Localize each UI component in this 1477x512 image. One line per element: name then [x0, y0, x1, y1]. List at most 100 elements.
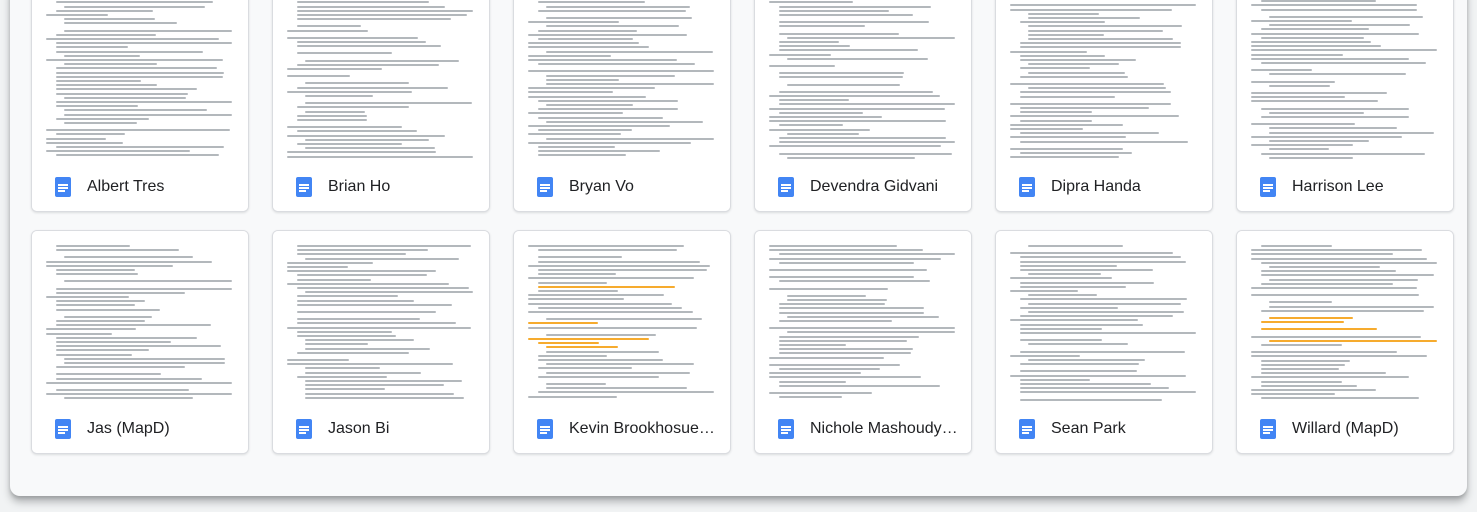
- preview-text-line: [1269, 317, 1353, 319]
- document-card-footer: Jas (MapD): [32, 405, 248, 453]
- preview-text-line: [538, 249, 677, 252]
- document-card[interactable]: Devendra Gidvani: [754, 0, 972, 212]
- preview-text-line: [787, 299, 887, 301]
- preview-text-line: [287, 155, 473, 158]
- preview-text-line: [538, 285, 675, 288]
- document-card[interactable]: Nichole Mashoudy…: [754, 230, 972, 454]
- preview-text-line: [546, 363, 694, 366]
- preview-text-line: [1251, 96, 1345, 99]
- preview-text-line: [769, 95, 940, 97]
- preview-text-line: [1028, 302, 1181, 305]
- preview-text-line: [46, 129, 230, 132]
- preview-text-line: [1269, 278, 1418, 281]
- preview-text-line: [1020, 111, 1092, 114]
- document-card[interactable]: Harrison Lee: [1236, 0, 1454, 212]
- document-preview: [514, 0, 730, 164]
- preview-text-line: [1020, 370, 1137, 373]
- preview-text-line: [287, 282, 449, 285]
- preview-text-line: [528, 311, 693, 313]
- document-card-footer: Harrison Lee: [1237, 163, 1453, 211]
- preview-text-line: [1251, 57, 1409, 60]
- preview-text-line: [1261, 344, 1342, 346]
- preview-text-line: [1251, 4, 1417, 7]
- preview-text-line: [1251, 389, 1376, 391]
- preview-text-line: [56, 88, 197, 91]
- preview-text-line: [1261, 397, 1419, 400]
- document-title: Albert Tres: [87, 178, 165, 195]
- preview-text-line: [1028, 311, 1184, 313]
- google-docs-icon: [296, 177, 312, 197]
- document-card[interactable]: Kevin Brookhosue…: [513, 230, 731, 454]
- preview-text-line: [56, 80, 141, 82]
- preview-text-line: [297, 303, 452, 306]
- preview-text-line: [297, 18, 451, 21]
- preview-text-line: [64, 29, 232, 32]
- document-preview: [1237, 0, 1453, 164]
- document-card[interactable]: Albert Tres: [31, 0, 249, 212]
- preview-text-line: [1251, 92, 1387, 94]
- preview-text-line: [538, 1, 645, 4]
- preview-text-line: [779, 111, 863, 114]
- preview-text-line: [297, 45, 441, 48]
- preview-text-line: [538, 375, 659, 378]
- preview-text-line: [1020, 152, 1132, 154]
- preview-text-line: [1010, 8, 1172, 11]
- preview-text-line: [56, 345, 221, 348]
- document-card[interactable]: Bryan Vo: [513, 0, 731, 212]
- preview-text-line: [1269, 127, 1397, 130]
- preview-text-line: [1020, 315, 1173, 318]
- preview-text-line: [546, 137, 714, 140]
- preview-text-line: [1020, 59, 1136, 61]
- preview-text-line: [1251, 376, 1409, 379]
- document-card[interactable]: Jas (MapD): [31, 230, 249, 454]
- preview-text-line: [1010, 83, 1164, 85]
- preview-text-line: [1020, 54, 1105, 57]
- preview-text-line: [64, 63, 157, 66]
- preview-text-line: [297, 119, 367, 121]
- preview-text-line: [1020, 391, 1196, 394]
- preview-text-line: [779, 90, 933, 93]
- preview-text-line: [64, 5, 205, 8]
- preview-text-line: [1020, 306, 1118, 309]
- preview-text-line: [46, 260, 212, 263]
- preview-text-line: [779, 41, 839, 43]
- preview-text-line: [769, 120, 946, 123]
- preview-text-line: [769, 287, 888, 290]
- document-card-footer: Dipra Handa: [996, 163, 1212, 211]
- google-docs-icon: [537, 177, 553, 197]
- preview-text-line: [1261, 0, 1376, 3]
- document-preview: [273, 231, 489, 406]
- preview-text-line: [305, 396, 464, 399]
- preview-text-line: [1269, 305, 1434, 308]
- preview-text-line: [528, 395, 617, 398]
- preview-text-line: [1028, 17, 1140, 19]
- preview-text-line: [546, 371, 690, 374]
- preview-text-line: [1020, 75, 1128, 78]
- preview-text-line: [769, 356, 884, 359]
- preview-text-line: [538, 29, 637, 32]
- google-docs-icon: [55, 419, 71, 439]
- preview-text-line: [1020, 256, 1181, 259]
- preview-text-line: [287, 363, 453, 366]
- preview-text-line: [305, 380, 462, 382]
- preview-text-line: [546, 78, 619, 81]
- preview-text-line: [538, 260, 700, 263]
- preview-text-line: [64, 22, 177, 25]
- document-card[interactable]: Dipra Handa: [995, 0, 1213, 212]
- preview-text-line: [528, 141, 691, 144]
- document-card[interactable]: Sean Park: [995, 230, 1213, 454]
- document-card[interactable]: Brian Ho: [272, 0, 490, 212]
- preview-text-line: [1020, 132, 1159, 135]
- document-card[interactable]: Willard (MapD): [1236, 230, 1454, 454]
- preview-text-line: [1269, 73, 1406, 76]
- preview-text-line: [305, 257, 459, 260]
- preview-text-line: [538, 359, 663, 361]
- preview-text-line: [305, 392, 454, 395]
- preview-text-line: [546, 383, 606, 385]
- preview-text-line: [1261, 368, 1339, 370]
- preview-text-line: [305, 82, 409, 85]
- preview-text-line: [1269, 156, 1353, 159]
- preview-text-line: [56, 245, 130, 247]
- document-card[interactable]: Jason Bi: [272, 230, 490, 454]
- preview-text-line: [1251, 100, 1378, 103]
